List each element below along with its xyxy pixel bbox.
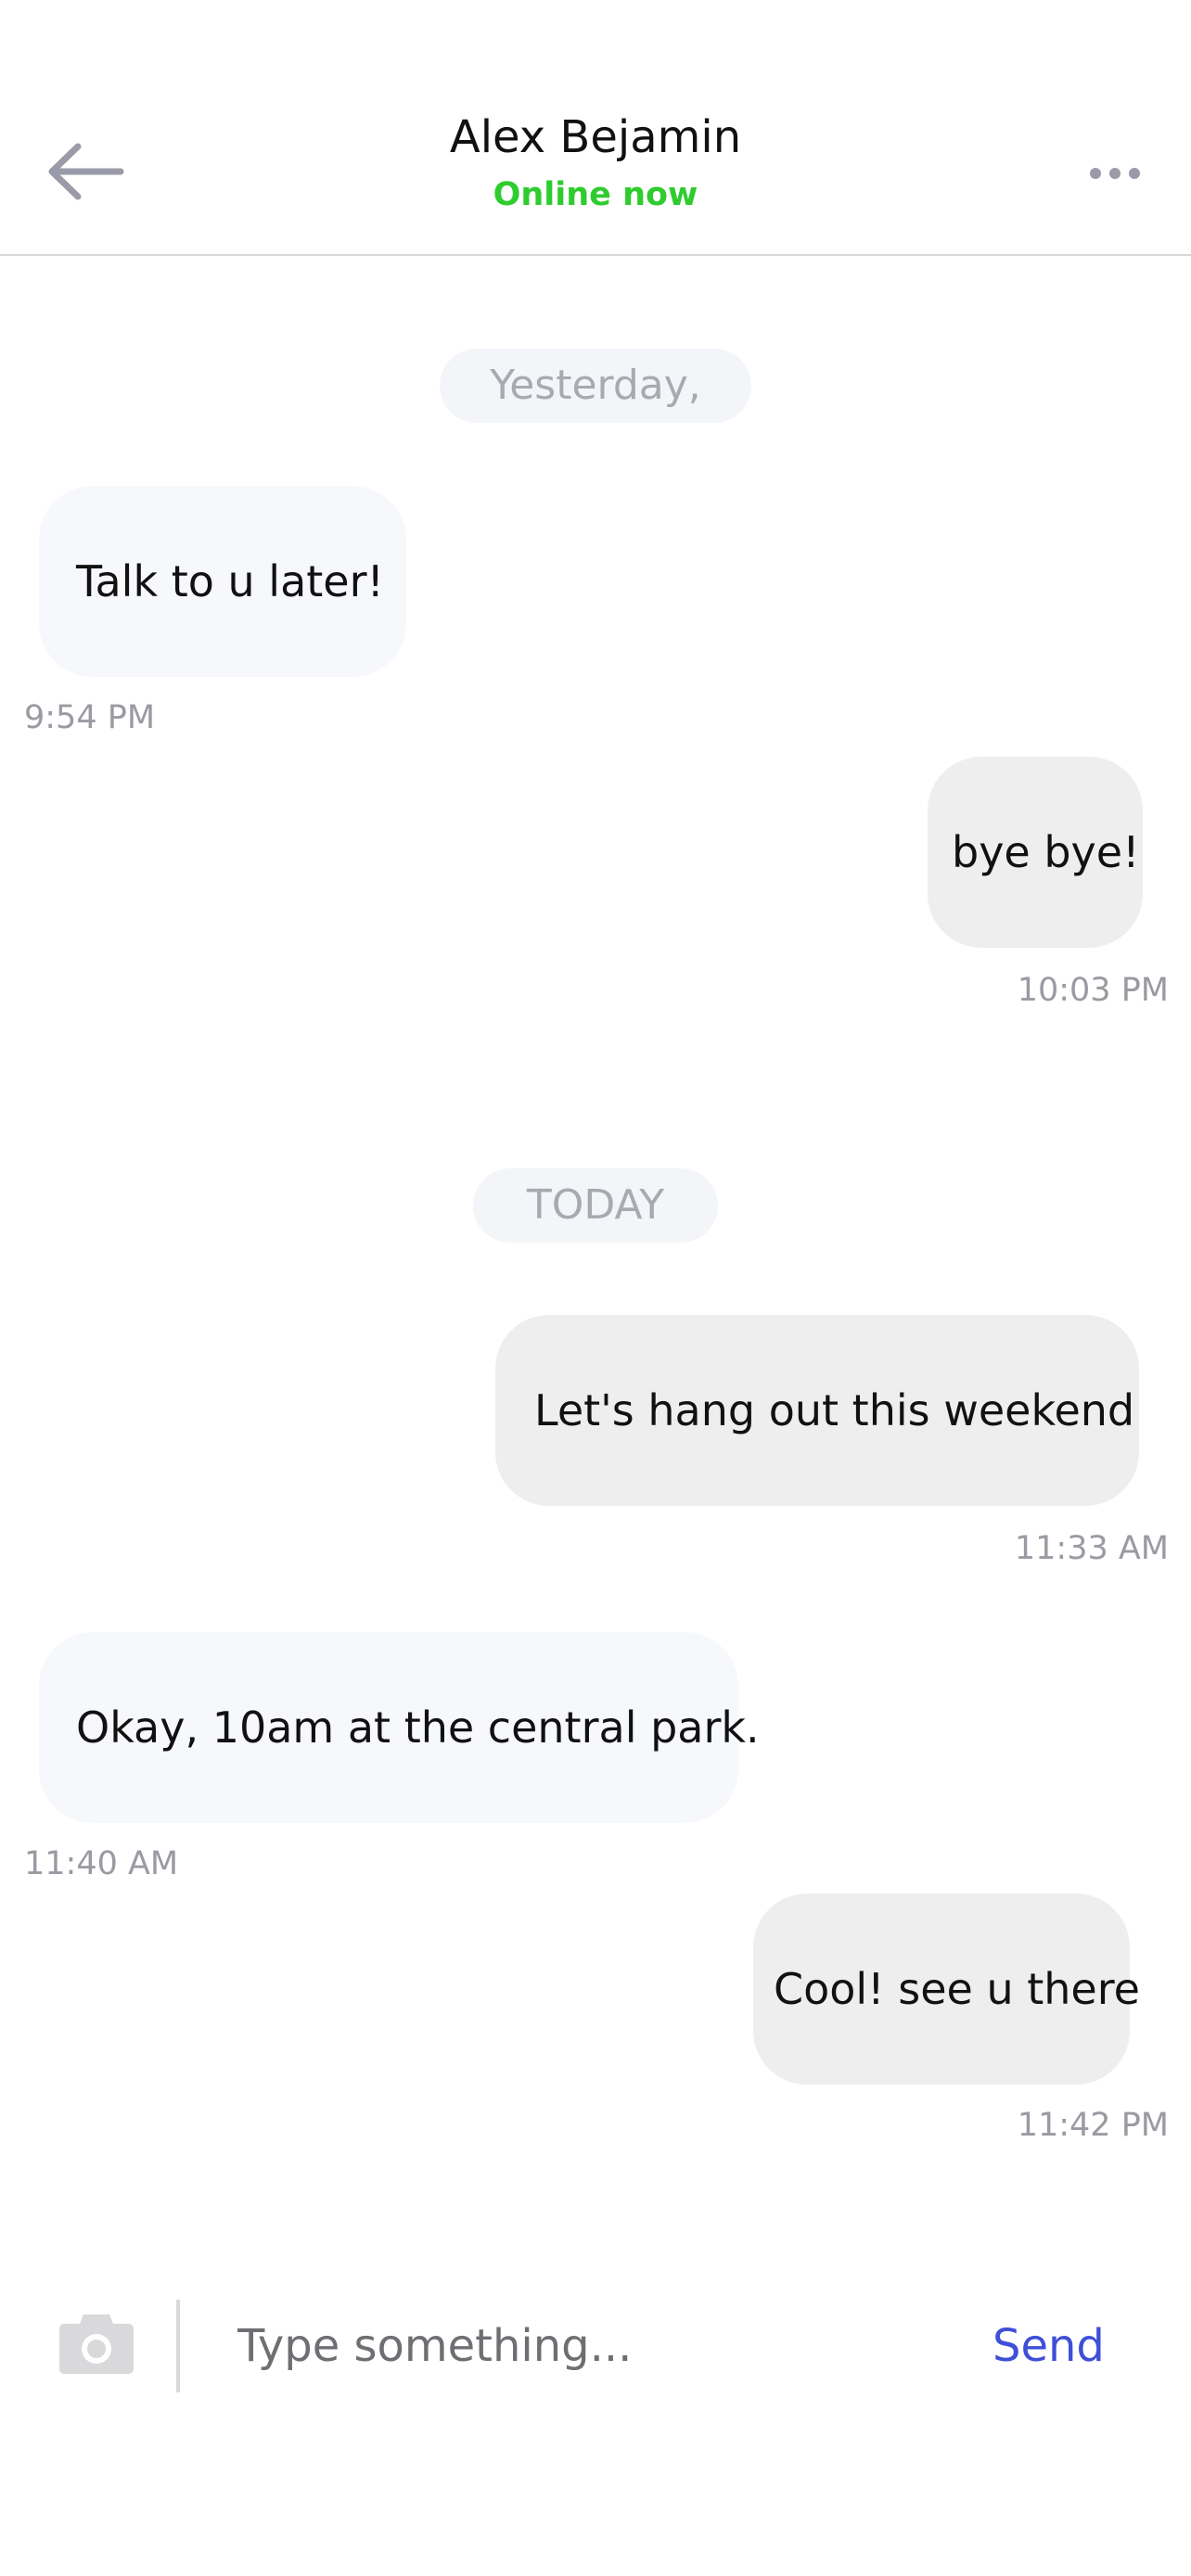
message-bubble-outgoing[interactable]: bye bye! xyxy=(928,757,1143,948)
message-timestamp: 11:40 AM xyxy=(24,1845,179,1882)
composer-divider xyxy=(176,2300,180,2392)
message-composer: Send xyxy=(0,2272,1191,2420)
message-bubble-outgoing[interactable]: Cool! see u there xyxy=(753,1894,1140,2085)
more-horizontal-icon xyxy=(1090,168,1140,179)
more-options-button[interactable] xyxy=(1087,159,1143,187)
online-status: Online now xyxy=(493,176,698,213)
message-bubble-incoming[interactable]: Okay, 10am at the central park. xyxy=(39,1632,760,1823)
date-separator-yesterday: Yesterday, xyxy=(440,349,751,423)
camera-icon xyxy=(59,2315,134,2374)
date-separator-today: TODAY xyxy=(473,1168,718,1243)
camera-button[interactable] xyxy=(58,2309,135,2376)
message-timestamp: 10:03 PM xyxy=(1017,972,1169,1009)
message-timestamp: 11:42 PM xyxy=(1017,2107,1169,2144)
chat-header: Alex Bejamin Online now xyxy=(0,0,1191,256)
send-button[interactable]: Send xyxy=(992,2316,1105,2376)
message-bubble-incoming[interactable]: Talk to u later! xyxy=(39,486,406,677)
contact-name: Alex Bejamin xyxy=(449,111,742,163)
message-timestamp: 9:54 PM xyxy=(24,699,156,736)
message-timestamp: 11:33 AM xyxy=(1014,1530,1169,1567)
message-input[interactable] xyxy=(237,2307,942,2385)
message-bubble-outgoing[interactable]: Let's hang out this weekend xyxy=(495,1315,1139,1506)
